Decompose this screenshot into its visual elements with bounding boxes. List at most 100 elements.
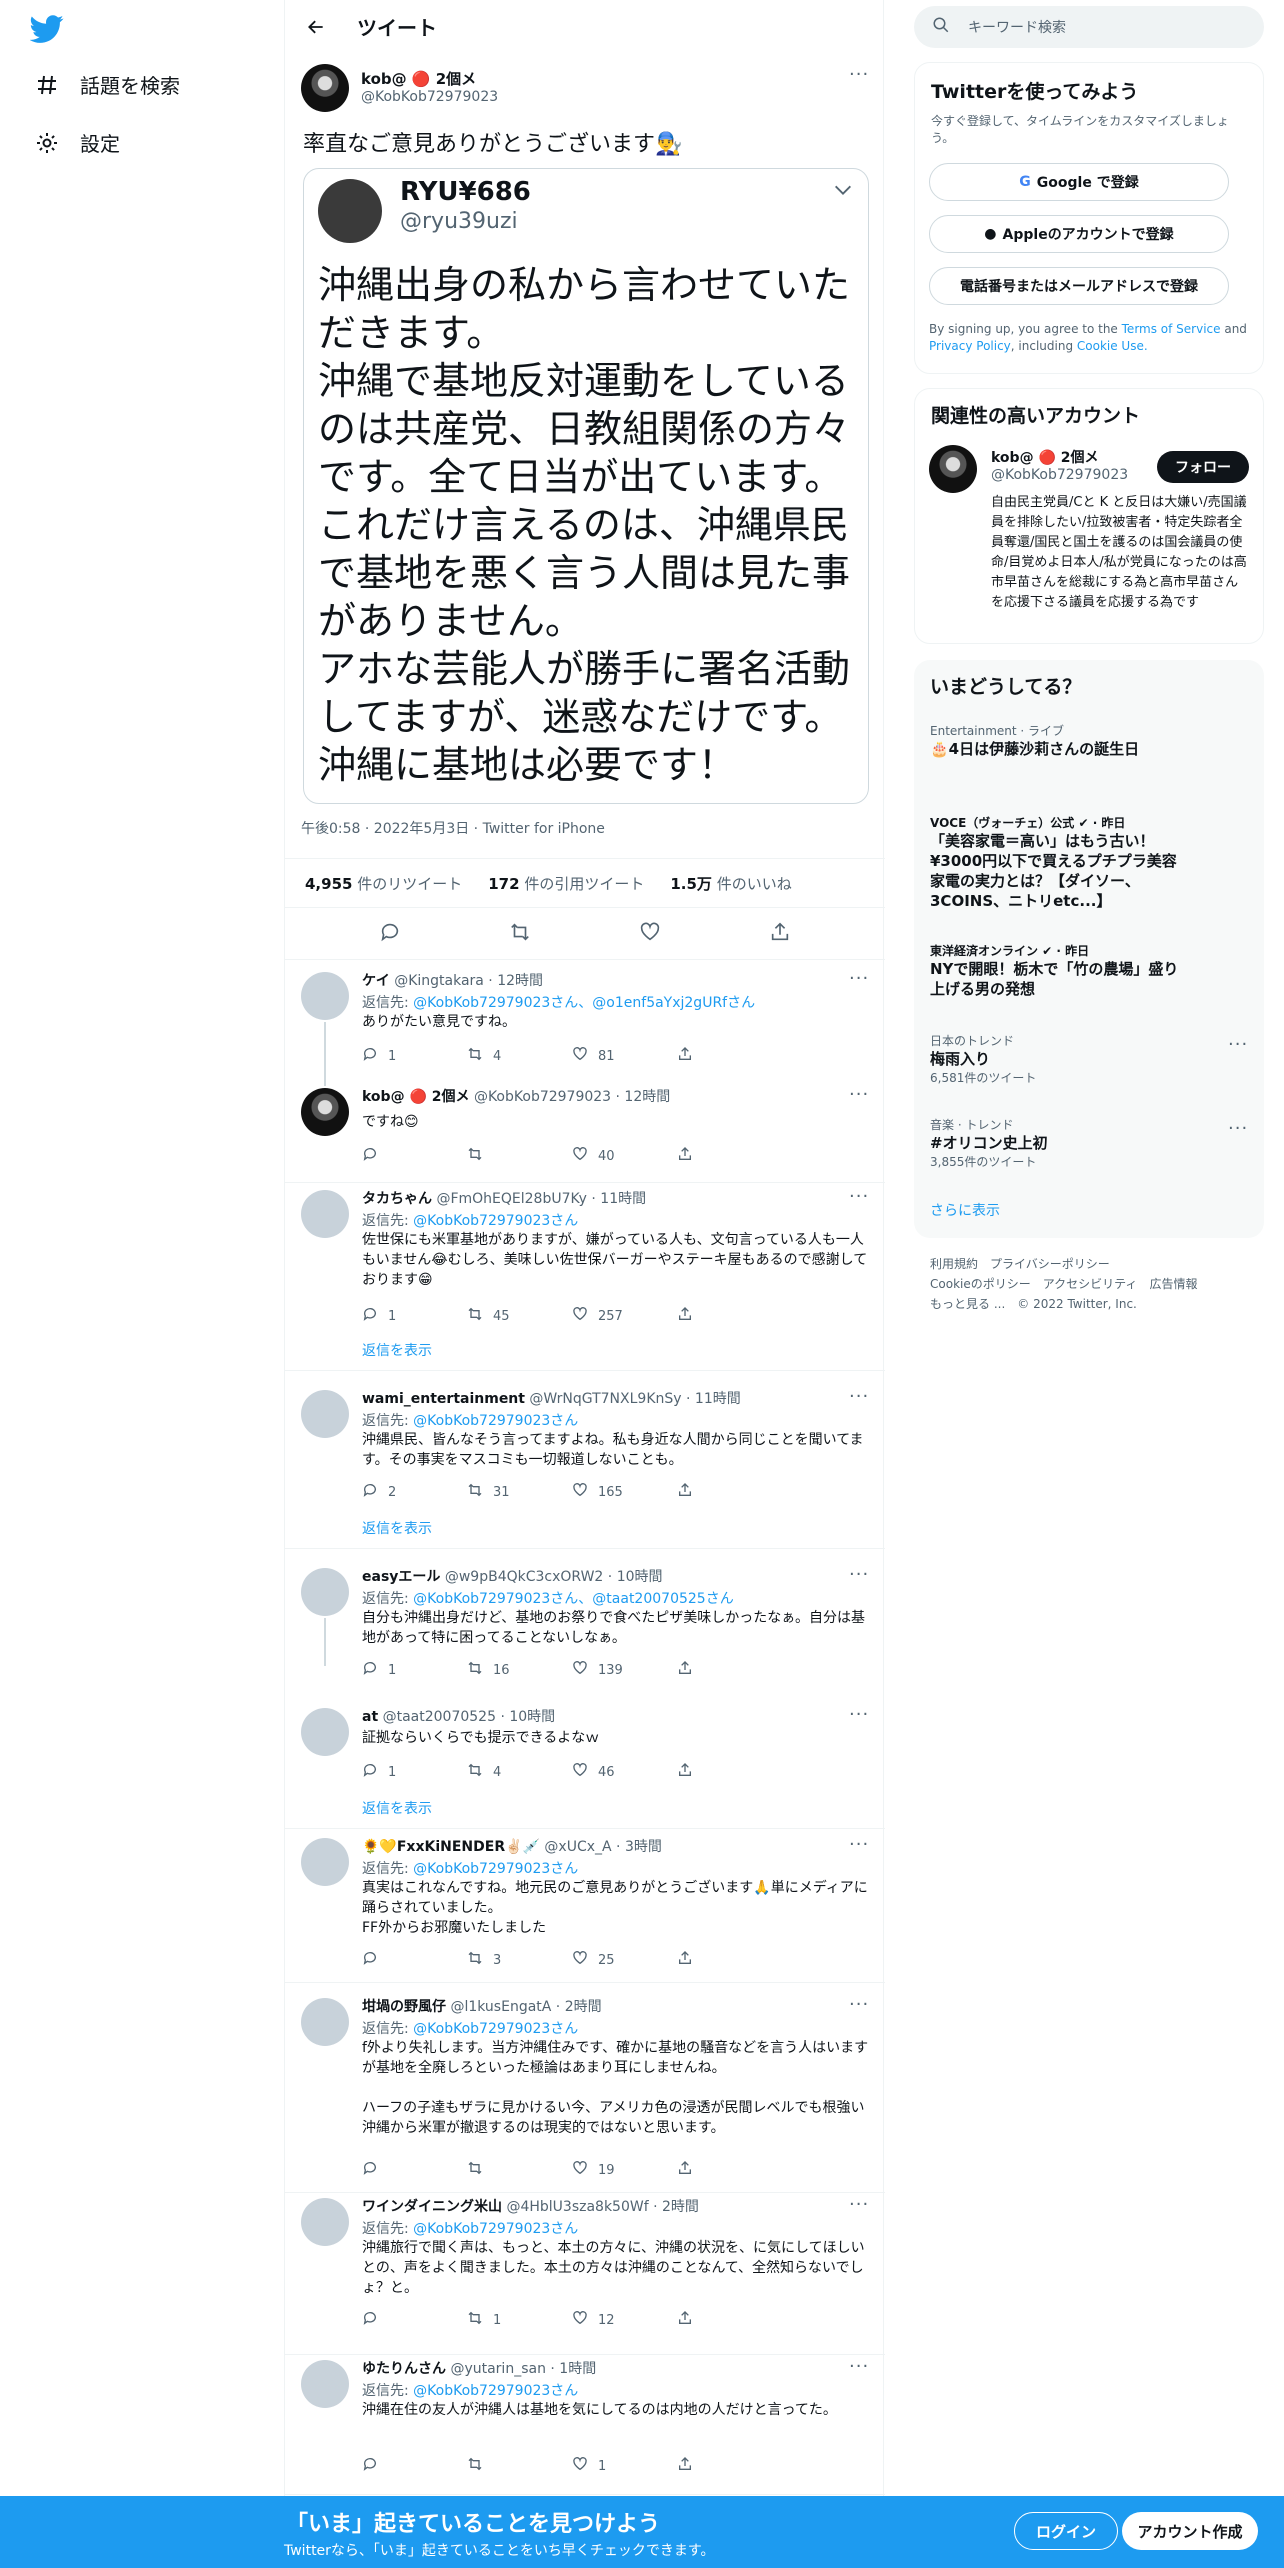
author-name[interactable]: kob@ 🔴 2個メ: [361, 68, 498, 89]
related-avatar[interactable]: [929, 445, 977, 493]
retweet-count[interactable]: 4,955 件のリツイート: [305, 873, 462, 894]
footer-link[interactable]: Cookieのポリシー: [930, 1277, 1031, 1291]
reply-tweet[interactable]: kob@ 🔴 2個メ @KobKob72979023 · 12時間 ··· ですね😊…: [285, 1076, 885, 1176]
reply-handle[interactable]: @taat20070525 · 10時間: [383, 1709, 556, 1725]
more-icon[interactable]: ···: [1228, 1034, 1248, 1055]
retweet-icon[interactable]: [509, 921, 531, 947]
retweet-button[interactable]: 31: [467, 1482, 572, 1502]
terms-link[interactable]: Terms of Service: [1122, 322, 1221, 336]
retweet-button[interactable]: 4: [467, 1762, 572, 1782]
quote-count[interactable]: 172 件の引用ツイート: [488, 873, 644, 894]
reply-handle[interactable]: @l1kusEngatA · 2時間: [450, 1999, 601, 2015]
reply-header[interactable]: kob@ 🔴 2個メ @KobKob72979023 · 12時間: [362, 1086, 670, 1106]
trend-item[interactable]: 音楽 · トレンド #オリコン史上初 3,855件のツイート: [930, 1116, 1250, 1170]
reply-tweet[interactable]: ワインダイニング米山 @4HblU3sza8k50Wf · 2時間 ··· 返信先:…: [285, 2186, 885, 2348]
retweet-button[interactable]: 1: [467, 2310, 572, 2330]
reply-header[interactable]: ワインダイニング米山 @4HblU3sza8k50Wf · 2時間: [362, 2196, 699, 2216]
reply-tweet[interactable]: wami_entertainment @WrNqGT7NXL9KnSy · 11…: [285, 1378, 885, 1540]
share-button[interactable]: [677, 2310, 782, 2330]
reply-tweet[interactable]: 坩堝の野風仔 @l1kusEngatA · 2時間 ··· 返信先: @KobKob…: [285, 1986, 885, 2186]
trend-item[interactable]: 日本のトレンド 梅雨入り 6,581件のツイート: [930, 1032, 1250, 1086]
like-button[interactable]: 1: [572, 2456, 677, 2476]
retweet-button[interactable]: 4: [467, 1046, 572, 1066]
reply-header[interactable]: 坩堝の野風仔 @l1kusEngatA · 2時間: [362, 1996, 602, 2016]
reply-name[interactable]: ケイ: [362, 973, 390, 989]
like-button[interactable]: 19: [572, 2160, 677, 2180]
more-icon[interactable]: ···: [849, 1704, 869, 1725]
reply-header[interactable]: タカちゃん @FmOhEQEl28bU7Ky · 11時間: [362, 1188, 646, 1208]
cookie-link[interactable]: Cookie Use.: [1077, 339, 1148, 353]
avatar[interactable]: [301, 64, 349, 112]
retweet-button[interactable]: [467, 2456, 572, 2476]
share-button[interactable]: [677, 1950, 782, 1970]
more-icon[interactable]: ···: [849, 1186, 869, 1207]
avatar[interactable]: [301, 1190, 349, 1238]
search-input[interactable]: キーワード検索: [968, 17, 1066, 37]
retweet-button[interactable]: [467, 2160, 572, 2180]
mention-link[interactable]: @KobKob72979023さん: [413, 2383, 578, 2399]
reply-header[interactable]: wami_entertainment @WrNqGT7NXL9KnSy · 11…: [362, 1388, 741, 1408]
reply-name[interactable]: タカちゃん: [362, 1191, 432, 1207]
like-button[interactable]: 40: [572, 1146, 677, 1166]
mention-link[interactable]: @KobKob72979023さん: [413, 2221, 578, 2237]
follow-button[interactable]: フォロー: [1157, 451, 1249, 483]
reply-name[interactable]: at: [362, 1709, 378, 1725]
privacy-link[interactable]: Privacy Policy: [929, 339, 1011, 353]
mention-link[interactable]: @KobKob72979023さん: [413, 1413, 578, 1429]
avatar[interactable]: [301, 2198, 349, 2246]
reply-handle[interactable]: @yutarin_san · 1時間: [450, 2361, 596, 2377]
back-arrow-icon[interactable]: [299, 10, 333, 44]
like-button[interactable]: 25: [572, 1950, 677, 1970]
more-icon[interactable]: ···: [849, 1834, 869, 1855]
share-button[interactable]: [677, 1306, 782, 1326]
reply-button[interactable]: 2: [362, 1482, 467, 1502]
like-button[interactable]: 165: [572, 1482, 677, 1502]
more-icon[interactable]: ···: [849, 1084, 869, 1105]
nav-explore[interactable]: 話題を検索: [34, 70, 180, 99]
retweet-button[interactable]: 45: [467, 1306, 572, 1326]
mention-link[interactable]: @KobKob72979023さん、@taat20070525さん: [413, 1591, 734, 1607]
reply-button[interactable]: 1: [362, 1660, 467, 1680]
reply-name[interactable]: kob@ 🔴 2個メ: [362, 1089, 470, 1105]
share-icon[interactable]: [769, 921, 791, 947]
mention-link[interactable]: @KobKob72979023さん: [413, 1861, 578, 1877]
reply-button[interactable]: [362, 2160, 467, 2180]
share-button[interactable]: [677, 1482, 782, 1502]
show-replies-link[interactable]: 返信を表示: [362, 1798, 432, 1818]
reply-handle[interactable]: @w9pB4QkC3cxORW2 · 10時間: [445, 1569, 663, 1585]
mention-link[interactable]: @KobKob72979023さん: [413, 1213, 578, 1229]
like-count[interactable]: 1.5万 件のいいね: [670, 873, 791, 894]
reply-button[interactable]: 1: [362, 1306, 467, 1326]
quoted-image[interactable]: RYU¥686 @ryu39uzi 沖縄出身の私から言わせていただきます。 沖縄…: [303, 168, 869, 804]
reply-button[interactable]: [362, 2310, 467, 2330]
phone-signup-button[interactable]: 電話番号またはメールアドレスで登録: [929, 267, 1229, 305]
more-icon[interactable]: ···: [849, 64, 869, 85]
reply-name[interactable]: 🌻💛FxxKiNENDER✌🏻💉: [362, 1839, 540, 1855]
reply-handle[interactable]: @xUCx_A · 3時間: [544, 1839, 661, 1855]
login-button[interactable]: ログイン: [1014, 2512, 1118, 2550]
reply-header[interactable]: easyエール @w9pB4QkC3cxORW2 · 10時間: [362, 1566, 663, 1586]
reply-button[interactable]: [362, 1950, 467, 1970]
retweet-button[interactable]: [467, 1146, 572, 1166]
mention-link[interactable]: @KobKob72979023さん、@o1enf5aYxj2gURfさん: [413, 995, 755, 1011]
tweet-timestamp[interactable]: 午後0:58 · 2022年5月3日 · Twitter for iPhone: [301, 818, 605, 838]
author-handle[interactable]: @KobKob72979023: [361, 89, 498, 105]
nav-settings[interactable]: 設定: [34, 128, 120, 157]
reply-tweet[interactable]: easyエール @w9pB4QkC3cxORW2 · 10時間 ··· 返信先: @…: [285, 1556, 885, 1678]
share-button[interactable]: [677, 1660, 782, 1680]
search-box[interactable]: キーワード検索: [914, 6, 1264, 48]
trend-item[interactable]: VOCE（ヴォーチェ）公式 ✔ · 昨日 「美容家電＝高い」はもう古い！¥3000…: [930, 814, 1180, 911]
show-replies-link[interactable]: 返信を表示: [362, 1518, 432, 1538]
more-icon[interactable]: ···: [849, 2356, 869, 2377]
avatar[interactable]: [301, 1568, 349, 1616]
reply-handle[interactable]: @KobKob72979023 · 12時間: [474, 1089, 670, 1105]
retweet-button[interactable]: 3: [467, 1950, 572, 1970]
reply-handle[interactable]: @WrNqGT7NXL9KnSy · 11時間: [529, 1391, 740, 1407]
like-button[interactable]: 257: [572, 1306, 677, 1326]
footer-link[interactable]: アクセシビリティ: [1043, 1277, 1138, 1291]
footer-link[interactable]: 利用規約: [930, 1257, 978, 1271]
reply-tweet[interactable]: タカちゃん @FmOhEQEl28bU7Ky · 11時間 ··· 返信先: @Ko…: [285, 1178, 885, 1359]
avatar[interactable]: [301, 1390, 349, 1438]
show-more-link[interactable]: さらに表示: [930, 1200, 1000, 1220]
reply-name[interactable]: ゆたりんさん: [362, 2361, 446, 2377]
